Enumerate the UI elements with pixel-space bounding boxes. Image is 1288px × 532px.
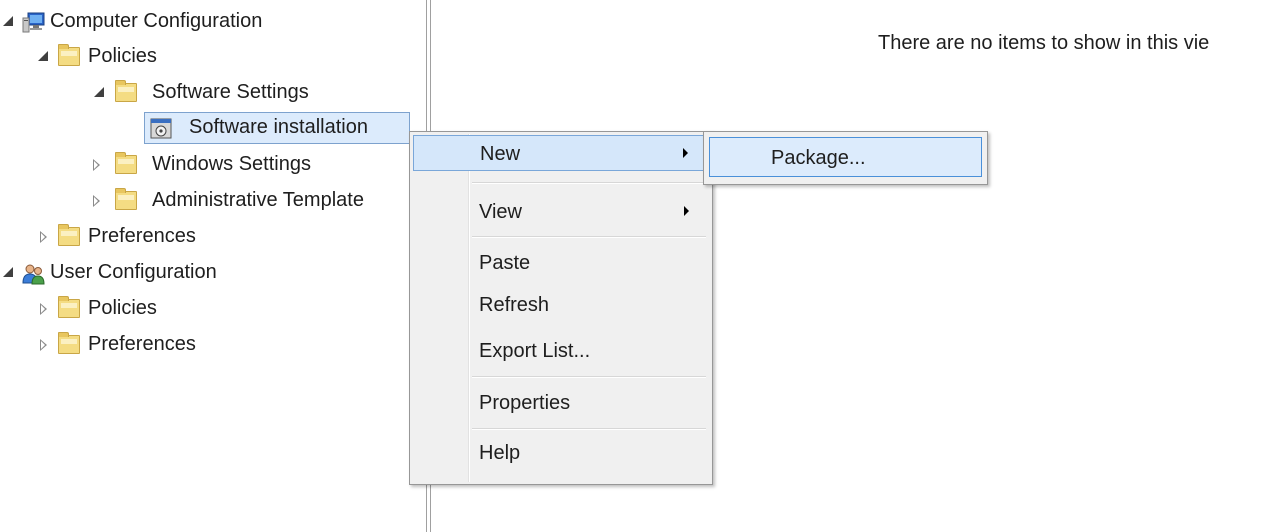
menu-item-label: New <box>480 143 521 165</box>
expand-closed-icon[interactable] <box>40 303 47 315</box>
tree-label: Computer Configuration <box>50 10 263 32</box>
menu-item-view[interactable]: View <box>413 194 709 230</box>
folder-icon <box>58 44 80 66</box>
menu-item-label: View <box>479 201 522 223</box>
menu-separator <box>472 182 706 184</box>
tree-label: Administrative Template <box>152 189 364 211</box>
tree-node-computer-configuration[interactable]: Computer Configuration <box>0 6 400 38</box>
menu-separator <box>472 376 706 378</box>
computer-icon <box>22 12 45 33</box>
menu-separator <box>472 236 706 238</box>
menu-separator <box>472 428 706 430</box>
expand-open-icon[interactable] <box>38 51 48 61</box>
tree-node-user-configuration[interactable]: User Configuration <box>0 257 400 289</box>
tree-label: Software installation <box>189 116 368 138</box>
menu-item-label: Properties <box>479 392 571 414</box>
tree-label: Windows Settings <box>152 153 311 175</box>
tree-node-software-installation-content: Software installation <box>0 112 410 144</box>
tree-node-windows-settings[interactable]: Windows Settings <box>0 149 400 181</box>
menu-item-label: Help <box>479 442 521 464</box>
tree-node-user-policies[interactable]: Policies <box>0 293 400 325</box>
tree-label: User Configuration <box>50 261 217 283</box>
empty-list-message: There are no items to show in this vie <box>878 32 1210 54</box>
folder-icon <box>115 188 137 210</box>
menu-item-package[interactable]: Package... <box>709 137 982 177</box>
folder-icon <box>58 296 80 318</box>
tree-node-user-preferences[interactable]: Preferences <box>0 329 400 361</box>
menu-item-label: Paste <box>479 252 531 274</box>
tree-label: Preferences <box>88 333 196 355</box>
menu-item-help[interactable]: Help <box>413 435 709 471</box>
expand-open-icon[interactable] <box>94 87 104 97</box>
menu-item-label: Export List... <box>479 340 591 362</box>
folder-icon <box>58 332 80 354</box>
submenu-new: Package... <box>703 131 988 185</box>
menu-item-new[interactable]: New <box>413 135 709 171</box>
menu-item-export-list[interactable]: Export List... <box>413 333 709 369</box>
tree-label: Policies <box>88 297 157 319</box>
tree-node-software-settings[interactable]: Software Settings <box>0 77 400 109</box>
console-tree: Computer Configuration Policies Software… <box>0 0 422 532</box>
tree-label: Preferences <box>88 225 196 247</box>
expand-closed-icon[interactable] <box>40 339 47 351</box>
menu-item-refresh[interactable]: Refresh <box>413 287 709 323</box>
tree-label: Software Settings <box>152 81 309 103</box>
users-icon <box>22 263 45 285</box>
tree-label: Policies <box>88 45 157 67</box>
expand-open-icon[interactable] <box>3 267 13 277</box>
menu-item-label: Refresh <box>479 294 550 316</box>
folder-icon <box>58 224 80 246</box>
software-installation-icon <box>150 118 172 139</box>
expand-open-icon[interactable] <box>3 16 13 26</box>
menu-item-properties[interactable]: Properties <box>413 385 709 421</box>
menu-item-label: Package... <box>771 147 866 169</box>
submenu-arrow-icon <box>683 148 688 158</box>
tree-node-administrative-templates[interactable]: Administrative Template <box>0 185 422 217</box>
expand-closed-icon[interactable] <box>93 159 100 171</box>
expand-closed-icon[interactable] <box>93 195 100 207</box>
expand-closed-icon[interactable] <box>40 231 47 243</box>
context-menu: New View Paste Refresh Export List... Pr… <box>409 131 713 485</box>
tree-node-preferences[interactable]: Preferences <box>0 221 400 253</box>
tree-node-policies[interactable]: Policies <box>0 41 400 73</box>
folder-icon <box>115 152 137 174</box>
folder-icon <box>115 80 137 102</box>
submenu-arrow-icon <box>684 206 689 216</box>
menu-item-paste[interactable]: Paste <box>413 245 709 281</box>
